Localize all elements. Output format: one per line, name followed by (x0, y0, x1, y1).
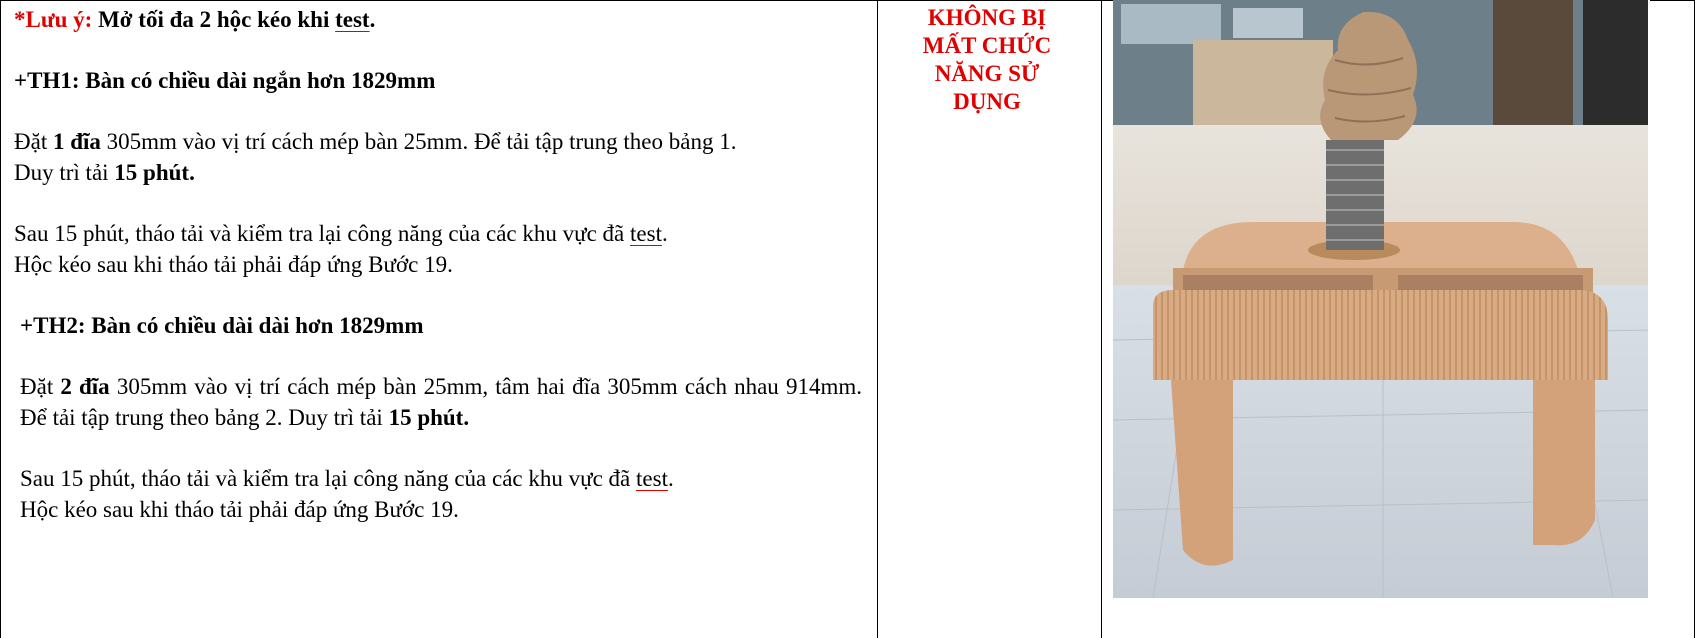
th1-heading: +TH1: Bàn có chiều dài ngắn hơn 1829mm (14, 68, 436, 93)
th2-p1-b: 2 đĩa (60, 374, 110, 399)
note-line: *Lưu ý: Mở tối đa 2 hộc kéo khi test. (14, 4, 862, 35)
drawer-front (1153, 290, 1608, 380)
left-border (0, 0, 1, 638)
th2-paragraph-1: Đặt 2 đĩa 305mm vào vị trí cách mép bàn … (14, 371, 862, 433)
result-line: DỤNG (953, 89, 1021, 114)
th1-p1-a: Đặt (14, 129, 53, 154)
th1-p1-b: 1 đĩa (52, 129, 101, 154)
th1-paragraph-2: Sau 15 phút, tháo tải và kiểm tra lại cô… (14, 218, 862, 280)
th2-p2-c: Hộc kéo sau khi tháo tải phải đáp ứng Bư… (20, 497, 459, 522)
th1-paragraph-1: Đặt 1 đĩa 305mm vào vị trí cách mép bàn … (14, 126, 864, 188)
th1-p1-c: 305mm vào vị trí cách mép bàn 25mm. Để t… (100, 129, 737, 154)
th2-paragraph-2: Sau 15 phút, tháo tải và kiểm tra lại cô… (14, 463, 862, 525)
procedure-cell: *Lưu ý: Mở tối đa 2 hộc kéo khi test. +T… (14, 4, 862, 525)
th1-p2-a: Sau 15 phút, tháo tải và kiểm tra lại cô… (14, 221, 631, 246)
result-line: NĂNG SỬ (934, 61, 1040, 86)
th2-heading: +TH2: Bàn có chiều dài dài hơn 1829mm (20, 313, 424, 338)
table-leg-right (1533, 380, 1595, 546)
th2-p1-a: Đặt (20, 374, 61, 399)
note-end: . (369, 7, 376, 32)
th2-p2-a: Sau 15 phút, tháo tải và kiểm tra lại cô… (20, 466, 637, 491)
th1-p2-c: Hộc kéo sau khi tháo tải phải đáp ứng Bư… (14, 252, 453, 277)
th1-p1-e: 15 phút. (114, 160, 195, 185)
wooden-console-table-image (1113, 0, 1650, 598)
result-line: MẤT CHỨC (922, 33, 1052, 58)
th2-p1-d: 15 phút. (388, 405, 470, 430)
note-text: Mở tối đa 2 hộc kéo khi (92, 7, 336, 32)
test-photo (1113, 0, 1650, 598)
th1-p2-test-word: test (630, 221, 662, 246)
th1-p2-b: . (661, 221, 668, 246)
note-test-word: test (335, 7, 370, 32)
result-line: KHÔNG BỊ (927, 5, 1047, 30)
note-prefix: *Lưu ý: (14, 7, 93, 32)
column-divider-2 (1101, 0, 1102, 638)
result-cell: KHÔNG BỊ MẤT CHỨC NĂNG SỬ DỤNG (876, 4, 1098, 116)
th1-p1-d: Duy trì tải (14, 160, 115, 185)
th2-p2-test-word: test (636, 466, 668, 491)
th2-p2-b: . (667, 466, 674, 491)
